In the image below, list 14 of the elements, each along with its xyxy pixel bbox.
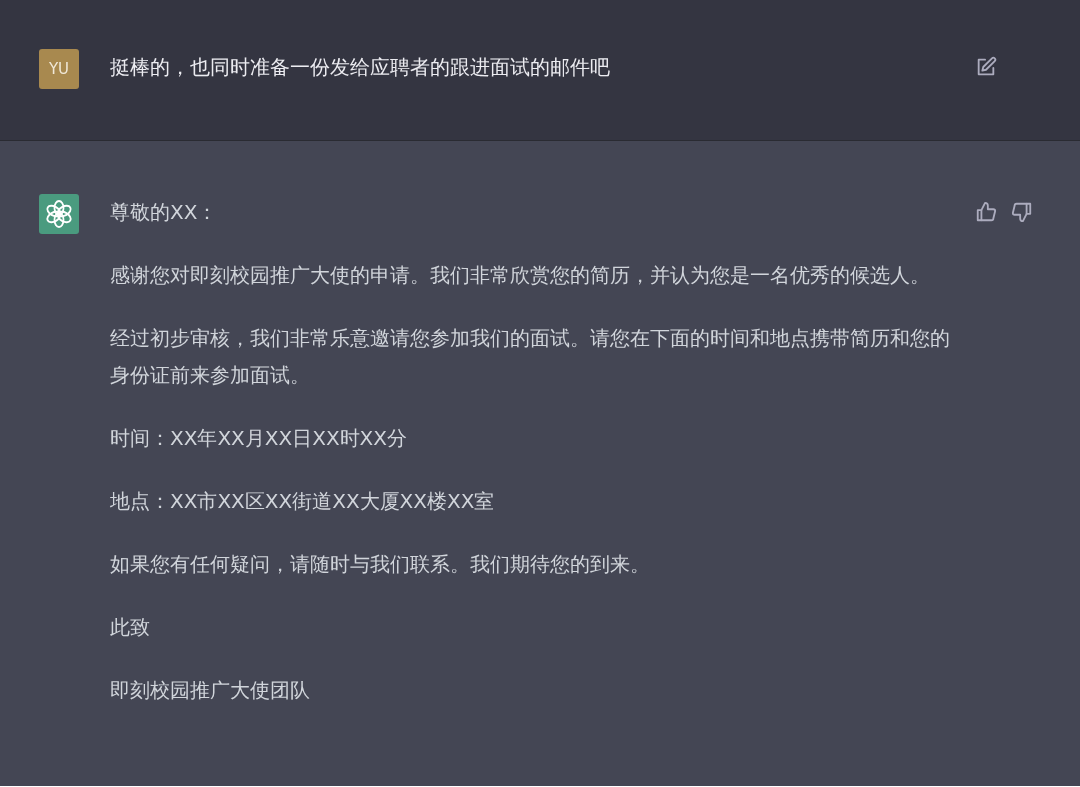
message-paragraph: 时间：XX年XX月XX日XX时XX分 [110, 425, 408, 452]
message-paragraph: 尊敬的XX： [110, 199, 219, 226]
knot-logo-icon [39, 194, 79, 234]
edit-icon[interactable] [975, 56, 997, 78]
message-paragraph: 即刻校园推广大使团队 [110, 677, 311, 704]
message-paragraph: 此致 [110, 614, 151, 641]
thumbs-up-icon[interactable] [975, 201, 997, 223]
user-message: 挺棒的，也同时准备一份发给应聘者的跟进面试的邮件吧 [110, 54, 611, 81]
message-paragraph: 地点：XX市XX区XX街道XX大厦XX楼XX室 [110, 488, 496, 515]
user-avatar: YU [39, 49, 79, 89]
message-paragraph: 感谢您对即刻校园推广大使的申请。我们非常欣赏您的简历，并认为您是一名优秀的候选人。 [110, 262, 931, 289]
thumbs-down-icon[interactable] [1011, 201, 1033, 223]
message-paragraph: 如果您有任何疑问，请随时与我们联系。我们期待您的到来。 [110, 551, 651, 578]
message-paragraph: 经过初步审核，我们非常乐意邀请您参加我们的面试。请您在下面的时间和地点携带简历和您的身份证前来参加面试。 [110, 325, 950, 389]
